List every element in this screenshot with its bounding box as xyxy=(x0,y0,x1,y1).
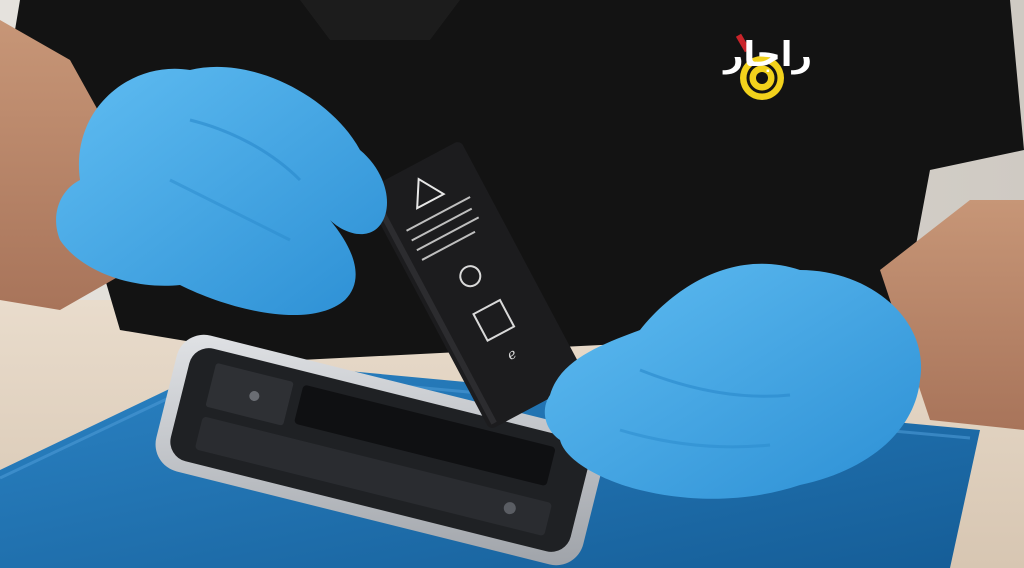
photo-scene: ℯ راجار xyxy=(0,0,1024,568)
logo-text: راجار xyxy=(722,35,812,75)
battery-replacement-photo: ℯ راجار xyxy=(0,0,1024,568)
